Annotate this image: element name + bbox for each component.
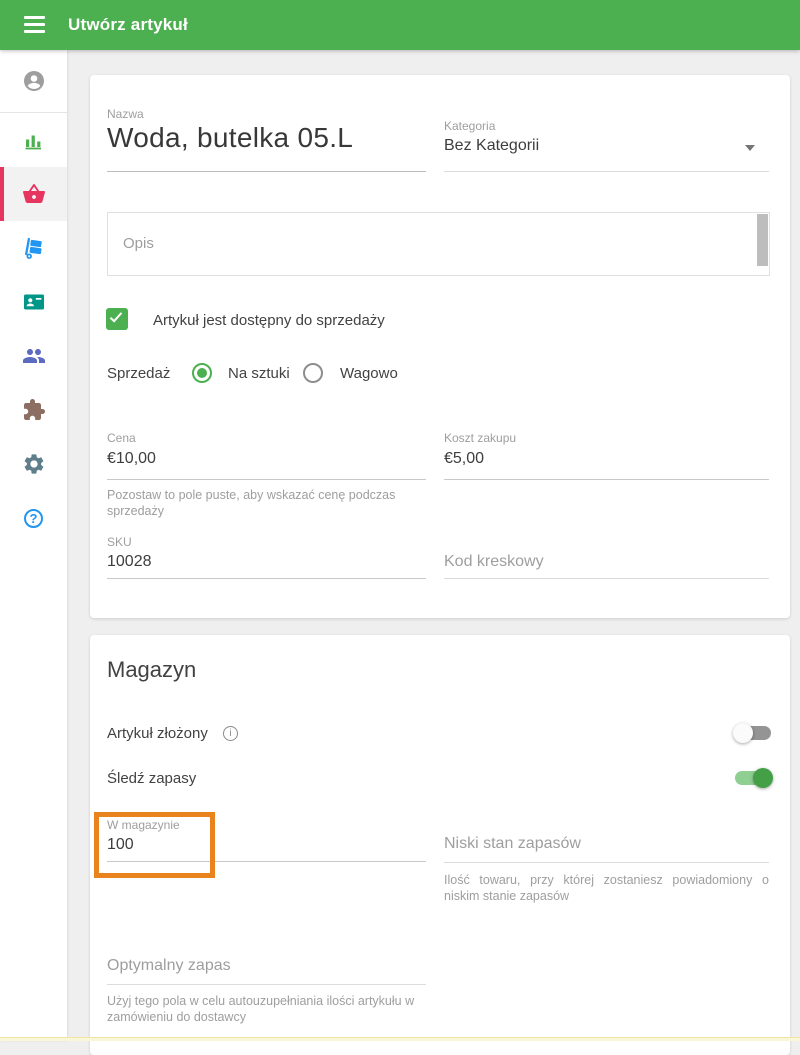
low-stock-helper: Ilość towaru, przy której zostaniesz pow… bbox=[444, 872, 769, 904]
sidebar-item-help[interactable]: ? bbox=[0, 491, 67, 545]
price-label: Cena bbox=[107, 431, 136, 445]
optimal-stock-helper: Użyj tego pola w celu autouzupełniania i… bbox=[107, 993, 442, 1025]
inventory-section-title: Magazyn bbox=[107, 657, 196, 683]
chevron-down-icon[interactable] bbox=[745, 145, 755, 151]
sidebar-item-employees[interactable] bbox=[0, 329, 67, 383]
category-underline bbox=[444, 171, 769, 172]
sidebar-item-reports[interactable] bbox=[0, 113, 67, 167]
sidebar-item-items[interactable] bbox=[0, 167, 67, 221]
optimal-stock-input[interactable]: Optymalny zapas bbox=[107, 957, 231, 975]
puzzle-icon bbox=[22, 398, 46, 422]
low-stock-underline bbox=[444, 862, 769, 863]
page-title: Utwórz artykuł bbox=[68, 15, 188, 35]
name-underline bbox=[107, 171, 426, 172]
name-label: Nazwa bbox=[107, 107, 144, 121]
sku-input[interactable]: 10028 bbox=[107, 553, 152, 571]
price-helper: Pozostaw to pole puste, aby wskazać cenę… bbox=[107, 487, 437, 519]
people-icon bbox=[22, 344, 46, 368]
sidebar: ? bbox=[0, 50, 67, 1041]
radio-each[interactable] bbox=[192, 363, 212, 383]
article-form-card: Nazwa Woda, butelka 05.L Kategoria Bez K… bbox=[90, 75, 790, 618]
radio-weight[interactable] bbox=[303, 363, 323, 383]
info-icon[interactable]: i bbox=[223, 726, 238, 741]
sku-label: SKU bbox=[107, 535, 132, 549]
cost-label: Koszt zakupu bbox=[444, 431, 516, 445]
menu-icon[interactable] bbox=[24, 16, 45, 33]
composite-item-label: Artykuł złożony bbox=[107, 725, 208, 742]
shopping-basket-icon bbox=[22, 182, 46, 206]
gear-icon bbox=[22, 452, 46, 476]
help-icon: ? bbox=[24, 509, 43, 528]
description-placeholder: Opis bbox=[123, 235, 154, 252]
description-textarea[interactable]: Opis bbox=[107, 212, 770, 276]
category-select[interactable]: Bez Kategorii bbox=[444, 137, 539, 155]
bar-chart-icon bbox=[22, 128, 46, 152]
sidebar-item-inventory[interactable] bbox=[0, 221, 67, 275]
available-for-sale-label: Artykuł jest dostępny do sprzedaży bbox=[153, 312, 385, 329]
composite-item-toggle[interactable] bbox=[735, 723, 771, 743]
cost-input[interactable]: €5,00 bbox=[444, 450, 484, 468]
in-stock-input[interactable]: 100 bbox=[107, 836, 134, 854]
price-input[interactable]: €10,00 bbox=[107, 450, 156, 468]
available-for-sale-checkbox[interactable] bbox=[106, 308, 128, 330]
price-underline bbox=[107, 479, 426, 480]
sidebar-item-settings[interactable] bbox=[0, 437, 67, 491]
sidebar-item-account[interactable] bbox=[0, 50, 67, 112]
inventory-card: Magazyn Artykuł złożony i Śledź zapasy W… bbox=[90, 635, 790, 1055]
radio-each-label: Na sztuki bbox=[228, 365, 290, 382]
sidebar-item-integrations[interactable] bbox=[0, 383, 67, 437]
app-bar: Utwórz artykuł bbox=[0, 0, 800, 50]
low-stock-input[interactable]: Niski stan zapasów bbox=[444, 835, 581, 853]
contact-card-icon bbox=[22, 290, 46, 314]
textarea-scrollbar[interactable] bbox=[757, 214, 768, 266]
bottom-strip bbox=[0, 1037, 800, 1041]
in-stock-label: W magazynie bbox=[107, 818, 180, 832]
track-stock-label: Śledź zapasy bbox=[107, 770, 196, 787]
optimal-stock-underline bbox=[107, 984, 426, 985]
account-circle-icon bbox=[22, 69, 46, 93]
in-stock-underline bbox=[107, 861, 426, 862]
sold-by-label: Sprzedaż bbox=[107, 365, 170, 382]
radio-weight-label: Wagowo bbox=[340, 365, 398, 382]
cost-underline bbox=[444, 479, 769, 480]
check-icon bbox=[110, 310, 122, 323]
name-input[interactable]: Woda, butelka 05.L bbox=[107, 122, 353, 154]
category-label: Kategoria bbox=[444, 119, 495, 133]
sidebar-item-customers[interactable] bbox=[0, 275, 67, 329]
sku-underline bbox=[107, 578, 426, 579]
track-stock-toggle[interactable] bbox=[735, 768, 771, 788]
barcode-underline bbox=[444, 578, 769, 579]
hand-truck-icon bbox=[22, 236, 46, 260]
barcode-input[interactable]: Kod kreskowy bbox=[444, 553, 544, 571]
